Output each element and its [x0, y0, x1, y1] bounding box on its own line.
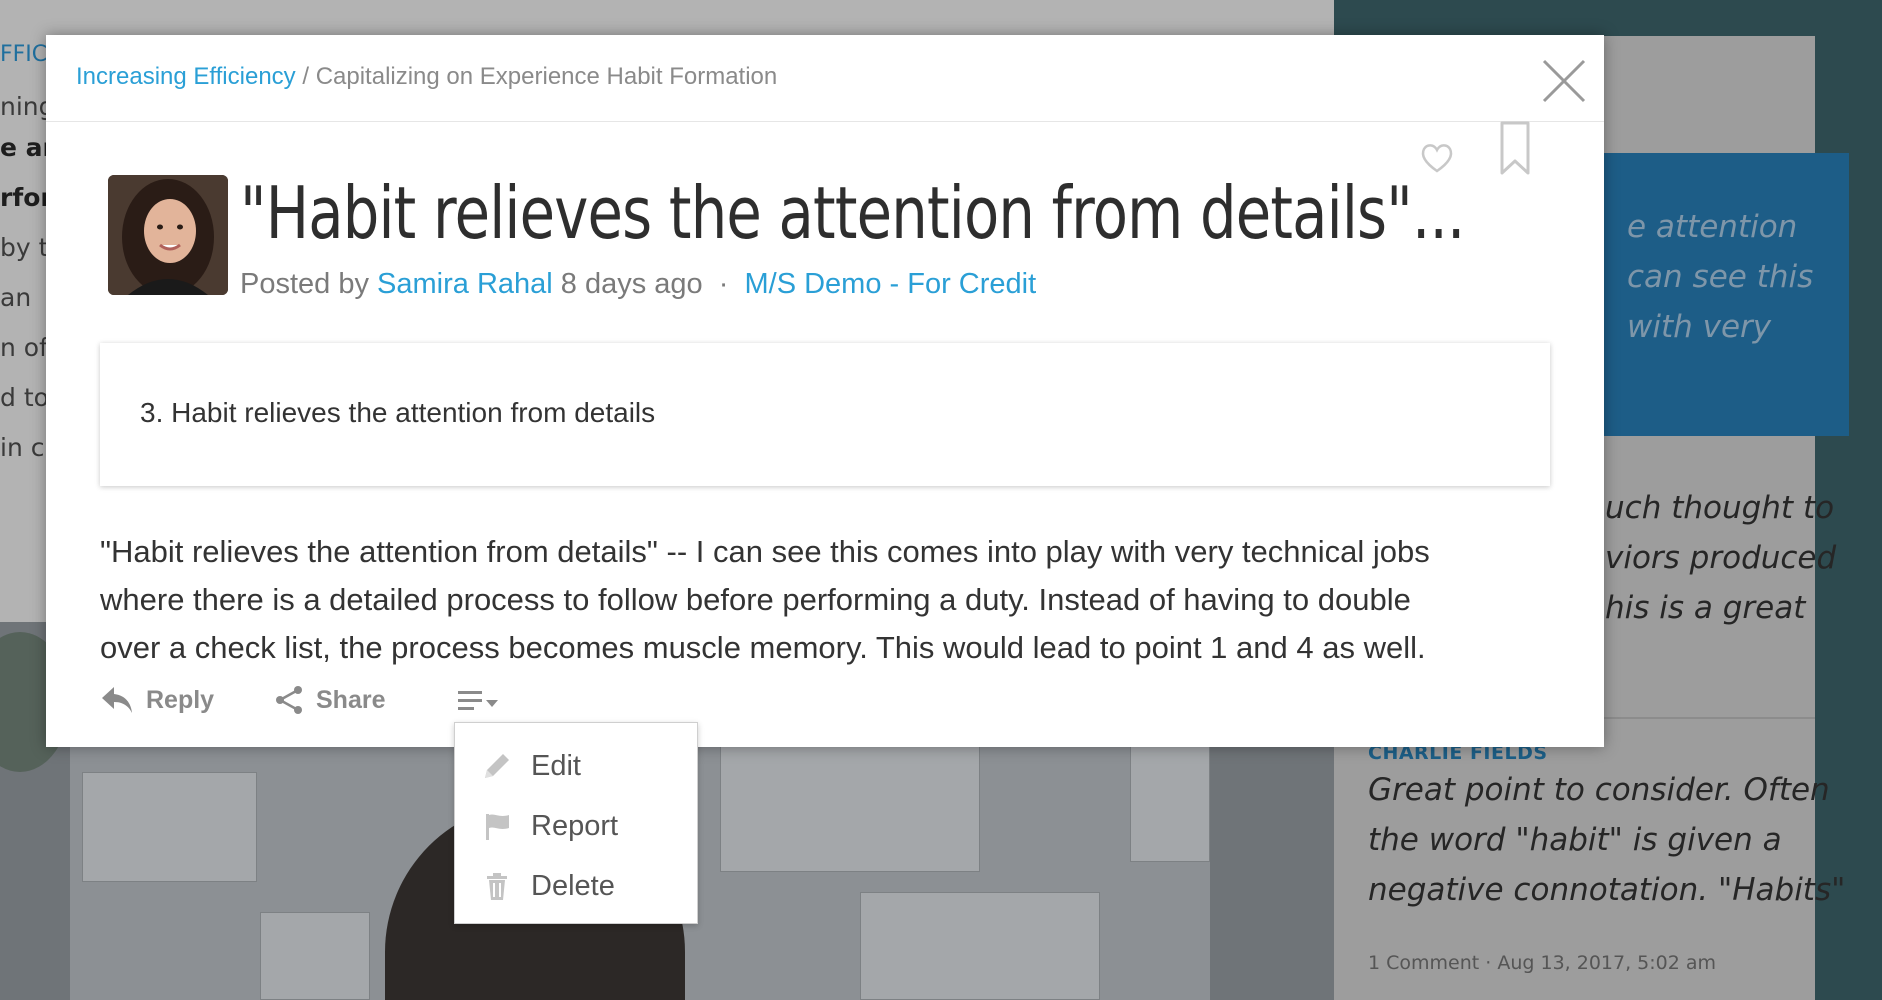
breadcrumb-separator: / — [295, 63, 316, 90]
background-comment-line: his is a great — [1605, 590, 1806, 626]
background-text-fragment: an — [0, 283, 32, 312]
background-quote-line: with very — [1627, 309, 1772, 345]
share-icon — [276, 686, 302, 714]
reply-label: Reply — [146, 685, 215, 714]
background-comment-line: uch thought to — [1605, 490, 1835, 526]
background-text-fragment: in c — [0, 433, 45, 462]
background-text-fragment: by t — [0, 233, 49, 262]
background-comment-line: negative connotation. "Habits" — [1368, 872, 1846, 908]
post-modal: Increasing Efficiency / Capitalizing on … — [46, 35, 1604, 747]
background-text-fragment: n of — [0, 333, 48, 362]
share-label: Share — [316, 685, 386, 714]
reply-button[interactable]: Reply — [100, 685, 214, 715]
breadcrumb-current: Capitalizing on Experience Habit Formati… — [315, 63, 778, 90]
edit-label: Edit — [531, 749, 581, 782]
share-button[interactable]: Share — [274, 685, 385, 715]
flag-icon — [486, 814, 509, 840]
breadcrumb: Increasing Efficiency / Capitalizing on … — [76, 63, 777, 91]
pencil-icon — [485, 754, 509, 778]
close-button[interactable] — [1538, 55, 1590, 107]
posted-by-label: Posted by — [240, 268, 369, 300]
background-text-fragment: d to — [0, 383, 49, 412]
reply-icon — [102, 687, 132, 713]
avatar-photo — [108, 175, 228, 295]
group-link[interactable]: M/S Demo - For Credit — [744, 268, 1036, 300]
quoted-excerpt-text: 3. Habit relieves the attention from det… — [140, 397, 656, 428]
post-title: "Habit relieves the attention from detai… — [240, 171, 1465, 255]
background-quote-line: can see this — [1627, 259, 1814, 295]
post-meta: Posted by Samira Rahal 8 days ago · M/S … — [240, 268, 1036, 301]
close-icon — [1542, 59, 1586, 103]
background-comment-line: viors produced — [1605, 540, 1837, 576]
author-link[interactable]: Samira Rahal — [377, 268, 553, 300]
report-menu-item[interactable]: Report — [455, 797, 697, 855]
post-body-line: "Habit relieves the attention from detai… — [100, 534, 1430, 569]
menu-lines-chevron-icon — [458, 691, 498, 710]
background-comment-line: Great point to consider. Often — [1368, 772, 1830, 808]
bookmark-button[interactable] — [1498, 121, 1532, 177]
delete-menu-item[interactable]: Delete — [455, 857, 697, 915]
background-quote-line: e attention — [1627, 209, 1798, 245]
background-text-fragment: rfor — [0, 183, 53, 212]
post-options-dropdown: Edit Report Delete — [454, 722, 698, 924]
breadcrumb-parent-link[interactable]: Increasing Efficiency — [76, 63, 296, 90]
meta-separator: · — [718, 268, 729, 300]
trash-icon — [487, 873, 507, 900]
post-body: "Habit relieves the attention from detai… — [100, 528, 1580, 672]
author-avatar[interactable] — [108, 175, 228, 295]
post-body-line: where there is a detailed process to fol… — [100, 582, 1411, 617]
header-divider — [46, 121, 1604, 122]
report-label: Report — [531, 809, 619, 842]
background-comment-line: the word "habit" is given a — [1368, 822, 1782, 858]
bookmark-icon — [1500, 121, 1530, 175]
delete-label: Delete — [531, 869, 615, 902]
post-body-line: over a check list, the process becomes m… — [100, 630, 1426, 665]
quoted-excerpt-card: 3. Habit relieves the attention from det… — [100, 343, 1550, 486]
background-comment-meta: 1 Comment · Aug 13, 2017, 5:02 am — [1368, 952, 1717, 974]
post-time: 8 days ago — [560, 268, 703, 300]
more-options-button[interactable] — [456, 687, 504, 715]
edit-menu-item[interactable]: Edit — [455, 737, 697, 795]
